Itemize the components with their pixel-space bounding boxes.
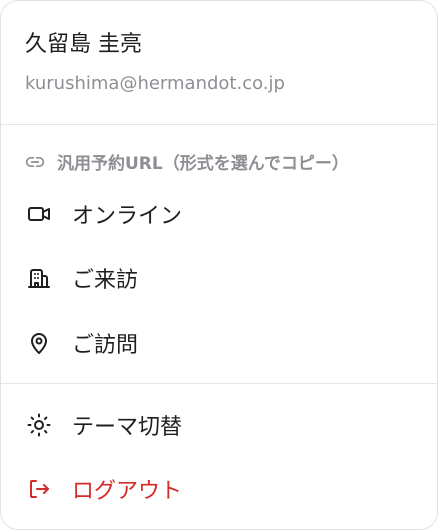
account-menu: 久留島 圭亮 kurushima@hermandot.co.jp 汎用予約URL… [0, 0, 438, 530]
booking-url-section-text: 汎用予約URL（形式を選んでコピー） [57, 154, 349, 174]
sun-icon [27, 412, 53, 438]
booking-option-online[interactable]: オンライン [15, 190, 423, 238]
divider [1, 124, 437, 125]
logout-button[interactable]: ログアウト [15, 465, 423, 513]
user-email: kurushima@hermandot.co.jp [25, 73, 285, 94]
booking-option-label: オンライン [72, 204, 183, 229]
logout-icon [27, 476, 53, 502]
video-camera-icon [27, 201, 53, 227]
theme-toggle-label: テーマ切替 [72, 415, 183, 440]
user-info: 久留島 圭亮 kurushima@hermandot.co.jp [25, 31, 413, 95]
building-icon [27, 265, 53, 291]
booking-option-label: ご訪問 [72, 333, 139, 358]
logout-label: ログアウト [72, 479, 183, 504]
booking-option-label: ご来訪 [72, 268, 139, 293]
map-pin-icon [27, 330, 53, 356]
booking-url-section-label: 汎用予約URL（形式を選んでコピー） [25, 149, 349, 174]
user-name: 久留島 圭亮 [25, 32, 142, 57]
booking-option-visit-office[interactable]: ご来訪 [15, 254, 423, 302]
link-icon [25, 151, 47, 173]
theme-toggle-button[interactable]: テーマ切替 [15, 401, 423, 449]
divider [1, 383, 437, 384]
booking-option-home-visit[interactable]: ご訪問 [15, 319, 423, 367]
